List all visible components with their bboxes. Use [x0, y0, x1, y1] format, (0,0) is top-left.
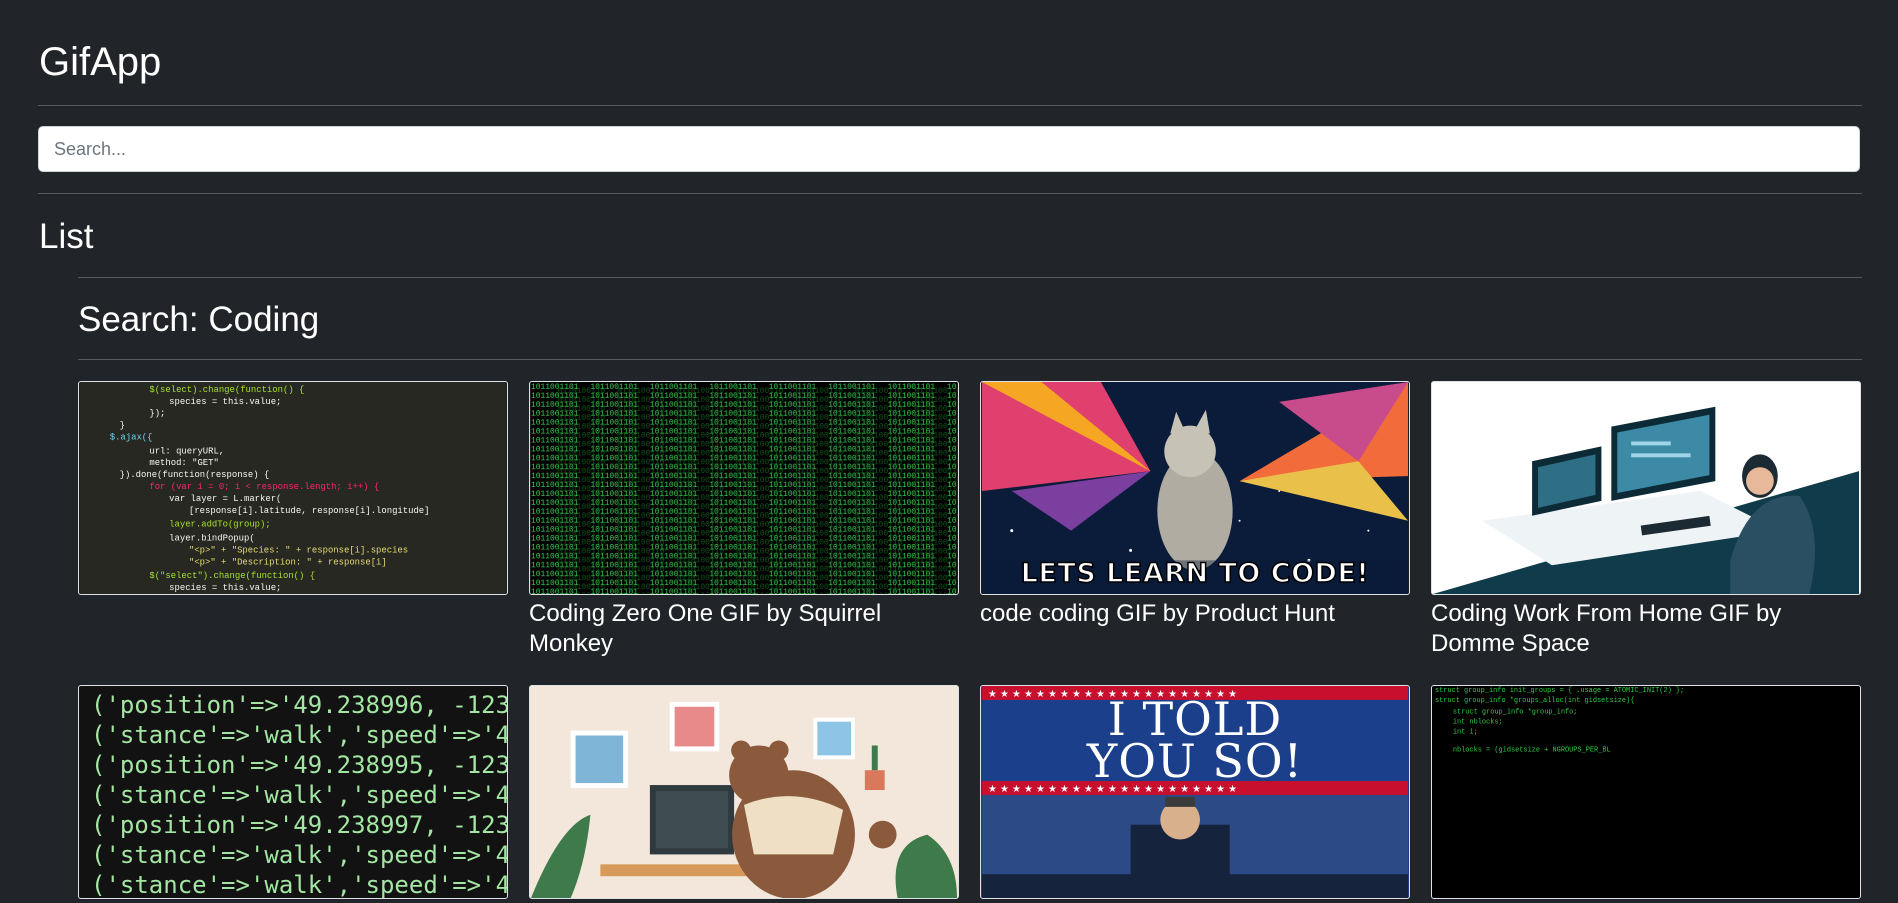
- svg-text:layer.bindPopup(: layer.bindPopup(: [169, 534, 255, 544]
- terminal-output: ('position'=>'49.238996, -123.24 ('stanc…: [91, 690, 508, 899]
- gif-image[interactable]: [1431, 381, 1861, 595]
- svg-text:species = this.value;: species = this.value;: [169, 397, 281, 407]
- svg-text:species = this.value;: species = this.value;: [169, 583, 281, 593]
- app-root: GifApp List Search: Coding $(select).cha…: [0, 0, 1898, 902]
- terminal-line: ('position'=>'49.238995, -123.24: [91, 751, 508, 779]
- svg-text:"<p>" + "Description: " + resp: "<p>" + "Description: " + response[i]: [189, 557, 387, 567]
- binary-matrix-illustration: 1011001101 0110100110: [531, 382, 958, 594]
- gif-card[interactable]: [529, 685, 959, 903]
- divider: [38, 193, 1862, 194]
- gif-image[interactable]: $(select).change(function() { species = …: [78, 381, 508, 595]
- svg-text:for (var i = 0; i < response.l: for (var i = 0; i < response.length; i++…: [149, 482, 379, 492]
- svg-text:[response[i].latitude, respons: [response[i].latitude, response[i].longi…: [189, 506, 430, 516]
- svg-text:}).done(function(response) {: }).done(function(response) {: [120, 470, 270, 480]
- gif-image[interactable]: 1011001101 0110100110: [529, 381, 959, 595]
- overlay-text: LETS LEARN TO CODE!: [1020, 557, 1370, 590]
- overlay-line: YOU SO!: [1086, 734, 1304, 788]
- gif-card[interactable]: ★ ★ ★ ★ ★ ★ ★ ★ ★ ★ ★ ★ ★ ★ ★ ★ ★ ★ ★ ★ …: [980, 685, 1410, 903]
- terminal-line: ('stance'=>'walk','speed'=>'4.3: [91, 871, 508, 899]
- black-terminal-illustration: struct group_info init_groups = { .usage…: [1433, 686, 1859, 898]
- svg-text:$.ajax({: $.ajax({: [110, 432, 153, 442]
- overlay-text: I TOLD YOU SO!: [981, 696, 1409, 788]
- svg-text:struct group_info init_groups: struct group_info init_groups = { .usage…: [1435, 687, 1684, 695]
- app-title: GifApp: [39, 40, 162, 84]
- svg-text:});: });: [149, 409, 165, 419]
- svg-text:$(select).change(function() {: $(select).change(function() {: [149, 385, 304, 395]
- gif-image[interactable]: struct group_info init_groups = { .usage…: [1431, 685, 1861, 899]
- svg-text:$("select").change(function(): $("select").change(function() {: [149, 571, 315, 581]
- search-heading: Search: Coding: [78, 300, 320, 339]
- code-editor-illustration: $(select).change(function() { species = …: [80, 382, 506, 594]
- gif-caption: Coding Work From Home GIF by Domme Space: [1431, 600, 1782, 657]
- gif-image[interactable]: LETS LEARN TO CODE!: [980, 381, 1410, 595]
- terminal-line: ('position'=>'49.238996, -123.24: [91, 691, 508, 719]
- list-title: List: [39, 217, 94, 256]
- bear-at-computer-illustration: [531, 686, 957, 898]
- svg-text:"<p>" + "Species: " + response: "<p>" + "Species: " + response[i].specie…: [189, 545, 408, 555]
- gif-caption: Coding Zero One GIF by Squirrel Monkey: [529, 600, 882, 657]
- svg-text:struct group_info *group_info;: struct group_info *group_info;: [1453, 709, 1578, 717]
- svg-text:struct group_info *groups_allo: struct group_info *groups_alloc(int gids…: [1435, 697, 1634, 705]
- gif-card[interactable]: 1011001101 0110100110 Coding Zero One GI…: [529, 381, 959, 659]
- gif-image[interactable]: ('position'=>'49.238996, -123.24 ('stanc…: [78, 685, 508, 899]
- svg-text:nblocks = (gidsetsize + NGROUP: nblocks = (gidsetsize + NGROUPS_PER_BL: [1453, 746, 1611, 754]
- svg-text:layer.addTo(group);: layer.addTo(group);: [169, 520, 271, 530]
- terminal-line: ('stance'=>'walk','speed'=>'4.3: [91, 781, 508, 809]
- terminal-line: ('stance'=>'walk','speed'=>'4.3: [91, 841, 508, 869]
- divider: [78, 359, 1862, 360]
- search-input[interactable]: [38, 126, 1860, 172]
- divider: [78, 277, 1862, 278]
- svg-text:method: "GET": method: "GET": [149, 458, 218, 468]
- svg-text:}: }: [120, 421, 125, 431]
- gif-card[interactable]: Coding Work From Home GIF by Domme Space: [1431, 381, 1861, 659]
- svg-text:int i;: int i;: [1453, 729, 1478, 737]
- svg-text:url: queryURL,: url: queryURL,: [149, 446, 224, 456]
- gif-image[interactable]: [529, 685, 959, 899]
- divider: [38, 105, 1862, 106]
- gif-card[interactable]: $(select).change(function() { species = …: [78, 381, 508, 659]
- gif-card[interactable]: ('position'=>'49.238996, -123.24 ('stanc…: [78, 685, 508, 903]
- gif-grid: $(select).change(function() { species = …: [78, 381, 1862, 903]
- desk-illustration: [1433, 382, 1859, 594]
- svg-text:int nblocks;: int nblocks;: [1453, 719, 1503, 727]
- gif-card[interactable]: LETS LEARN TO CODE! code coding GIF by P…: [980, 381, 1410, 659]
- gif-image[interactable]: ★ ★ ★ ★ ★ ★ ★ ★ ★ ★ ★ ★ ★ ★ ★ ★ ★ ★ ★ ★ …: [980, 685, 1410, 899]
- terminal-line: ('position'=>'49.238997, -123.24: [91, 811, 508, 839]
- gif-caption: code coding GIF by Product Hunt: [980, 600, 1335, 627]
- svg-text:var layer = L.marker(: var layer = L.marker(: [169, 494, 281, 504]
- gif-card[interactable]: struct group_info init_groups = { .usage…: [1431, 685, 1861, 903]
- terminal-line: ('stance'=>'walk','speed'=>'4.3: [91, 721, 508, 749]
